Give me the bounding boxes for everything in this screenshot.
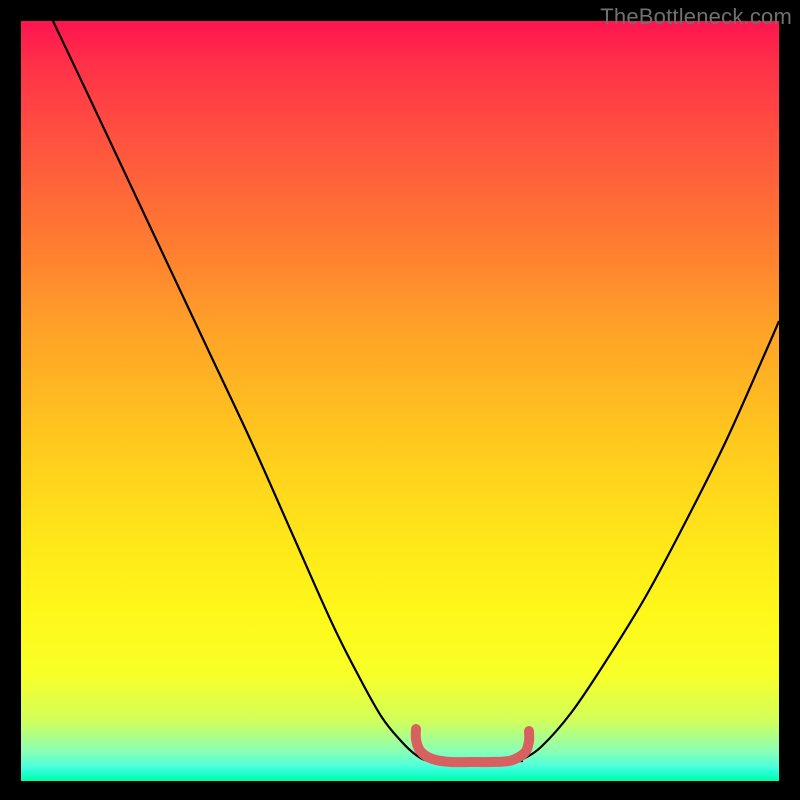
watermark-text: TheBottleneck.com [600, 4, 792, 30]
right-curve [523, 321, 779, 759]
valley-marker [416, 729, 529, 762]
curve-svg [21, 21, 779, 781]
plot-area [21, 21, 779, 781]
left-curve [53, 21, 523, 761]
chart-container: TheBottleneck.com [0, 0, 800, 800]
